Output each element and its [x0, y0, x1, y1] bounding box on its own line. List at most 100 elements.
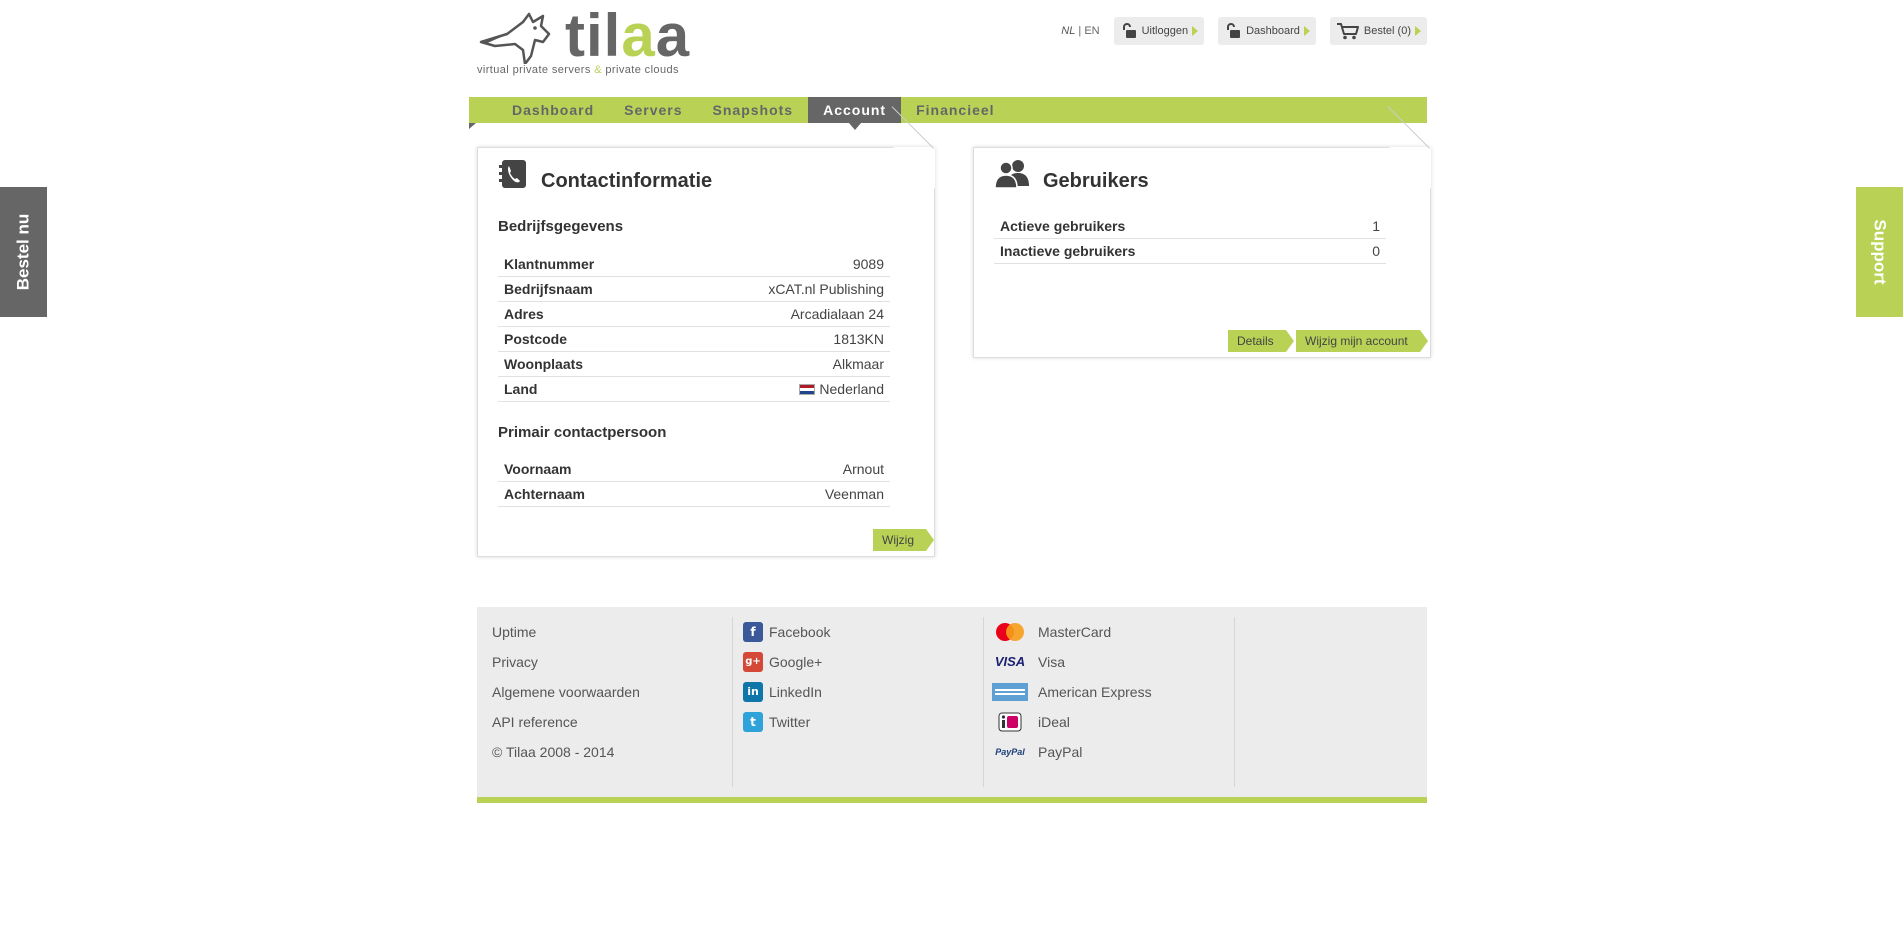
- row-key: Actieve gebruikers: [1000, 218, 1126, 234]
- row-key: Klantnummer: [504, 256, 595, 272]
- footer-social: f Facebook g+ Google+ in LinkedIn t Twitter: [732, 617, 983, 787]
- payment-label: Visa: [1038, 654, 1065, 670]
- table-row: Woonplaats Alkmaar: [498, 352, 890, 377]
- social-label: Google+: [769, 654, 823, 670]
- footer-link-privacy[interactable]: Privacy: [492, 647, 732, 677]
- footer-links: Uptime Privacy Algemene voorwaarden API …: [492, 617, 732, 787]
- arrow-right-icon: [1192, 26, 1199, 36]
- contact-card: Contactinformatie Bedrijfsgegevens Klant…: [477, 147, 935, 557]
- nav-servers[interactable]: Servers: [609, 97, 697, 123]
- row-value: Arcadialaan 24: [790, 305, 884, 322]
- footer-social-google[interactable]: g+ Google+: [743, 647, 983, 677]
- row-key: Achternaam: [504, 486, 585, 502]
- paypal-icon: PayPal: [995, 747, 1025, 757]
- lang-separator: |: [1078, 25, 1082, 37]
- footer: Uptime Privacy Algemene voorwaarden API …: [477, 607, 1427, 803]
- nav-snapshots[interactable]: Snapshots: [698, 97, 809, 123]
- payment-label: MasterCard: [1038, 624, 1112, 640]
- top-bar: NL | EN Uitloggen Dashboard Bestel (0): [1061, 17, 1427, 45]
- row-value: 9089: [852, 255, 884, 272]
- row-key: Land: [504, 381, 538, 397]
- table-row: Klantnummer 9089: [498, 252, 890, 277]
- footer-link-uptime[interactable]: Uptime: [492, 617, 732, 647]
- mastercard-icon: [992, 622, 1028, 642]
- footer-social-facebook[interactable]: f Facebook: [743, 617, 983, 647]
- payment-amex: American Express: [992, 677, 1234, 707]
- lang-nl[interactable]: NL: [1061, 25, 1075, 37]
- row-key: Woonplaats: [504, 356, 584, 372]
- social-label: LinkedIn: [769, 684, 822, 700]
- company-details-table: Klantnummer 9089 Bedrijfsnaam xCAT.nl Publ…: [498, 252, 890, 402]
- phone-book-icon: [499, 160, 526, 188]
- cart-icon: [1336, 23, 1359, 40]
- footer-empty-column: [1234, 617, 1427, 787]
- row-key: Adres: [504, 306, 544, 322]
- order-now-tab[interactable]: Bestel nu: [0, 187, 47, 317]
- users-table: Actieve gebruikers 1 Inactieve gebruikers…: [994, 214, 1386, 264]
- google-plus-icon: g+: [743, 652, 763, 672]
- nav-account[interactable]: Account: [808, 97, 902, 130]
- social-label: Facebook: [769, 624, 831, 640]
- support-tab[interactable]: Support: [1856, 187, 1903, 317]
- edit-contact-button[interactable]: Wijzig: [873, 529, 934, 551]
- cart-label: Bestel (0): [1363, 25, 1411, 37]
- table-row: Inactieve gebruikers 0: [994, 239, 1386, 264]
- linkedin-icon: in: [743, 682, 763, 702]
- row-value: 1: [1372, 217, 1380, 234]
- table-row: Achternaam Veenman: [498, 482, 890, 507]
- table-row: Actieve gebruikers 1: [994, 214, 1386, 239]
- lang-en[interactable]: EN: [1084, 25, 1099, 37]
- row-value: Nederland: [799, 377, 884, 401]
- payment-label: American Express: [1038, 684, 1152, 700]
- cart-button[interactable]: Bestel (0): [1329, 17, 1427, 45]
- order-now-label: Bestel nu: [13, 213, 33, 291]
- users-icon: [994, 160, 1029, 189]
- twitter-icon: t: [743, 712, 763, 732]
- arrow-right-icon: [1303, 26, 1310, 36]
- row-value: Alkmaar: [832, 355, 884, 372]
- row-value: Arnout: [842, 460, 884, 477]
- main-nav: Dashboard Servers Snapshots Account Fina…: [469, 97, 1427, 130]
- footer-social-twitter[interactable]: t Twitter: [743, 707, 983, 737]
- row-value: 0: [1372, 242, 1380, 259]
- row-value: xCAT.nl Publishing: [768, 280, 884, 297]
- copyright: © Tilaa 2008 - 2014: [492, 744, 615, 760]
- contact-title: Contactinformatie: [541, 170, 713, 192]
- social-label: Twitter: [769, 714, 811, 730]
- table-row: Bedrijfsnaam xCAT.nl Publishing: [498, 277, 890, 302]
- users-card: Gebruikers Actieve gebruikers 1 Inactieve…: [973, 147, 1431, 358]
- payment-label: iDeal: [1038, 714, 1070, 730]
- footer-link-api[interactable]: API reference: [492, 707, 732, 737]
- payment-label: PayPal: [1038, 744, 1083, 760]
- support-label: Support: [1870, 219, 1890, 285]
- footer-social-linkedin[interactable]: in LinkedIn: [743, 677, 983, 707]
- dashboard-button[interactable]: Dashboard: [1218, 17, 1316, 45]
- netherlands-flag-icon: [799, 383, 816, 395]
- row-key: Voornaam: [504, 461, 572, 477]
- footer-link-terms[interactable]: Algemene voorwaarden: [492, 677, 732, 707]
- users-title: Gebruikers: [1043, 170, 1149, 192]
- payment-ideal: iDeal: [992, 707, 1234, 737]
- details-button[interactable]: Details: [1228, 330, 1294, 352]
- table-row: Voornaam Arnout: [498, 457, 890, 482]
- payment-visa: VISA Visa: [992, 647, 1234, 677]
- country-name: Nederland: [819, 380, 884, 397]
- facebook-icon: f: [743, 622, 763, 642]
- logout-label: Uitloggen: [1141, 25, 1189, 37]
- nav-financieel[interactable]: Financieel: [901, 97, 1009, 123]
- edit-account-button[interactable]: Wijzig mijn account: [1296, 330, 1428, 352]
- table-row: Land Nederland: [498, 377, 890, 402]
- wolf-logo-icon: [479, 12, 551, 64]
- unlock-icon: [1227, 23, 1241, 38]
- nav-dashboard[interactable]: Dashboard: [497, 97, 609, 123]
- unlock-icon: [1122, 23, 1136, 38]
- payment-mastercard: MasterCard: [992, 617, 1234, 647]
- row-value: 1813KN: [833, 330, 884, 347]
- row-value: Veenman: [824, 485, 884, 502]
- logo-tagline: virtual private servers & private clouds: [477, 64, 679, 76]
- dashboard-label: Dashboard: [1246, 25, 1300, 37]
- contact-person-table: Voornaam Arnout Achternaam Veenman: [498, 457, 890, 507]
- tilaa-logo[interactable]: tilaa virtual private servers & private …: [477, 6, 707, 80]
- logout-button[interactable]: Uitloggen: [1113, 17, 1205, 45]
- footer-payments: MasterCard VISA Visa American Express iD…: [983, 617, 1234, 787]
